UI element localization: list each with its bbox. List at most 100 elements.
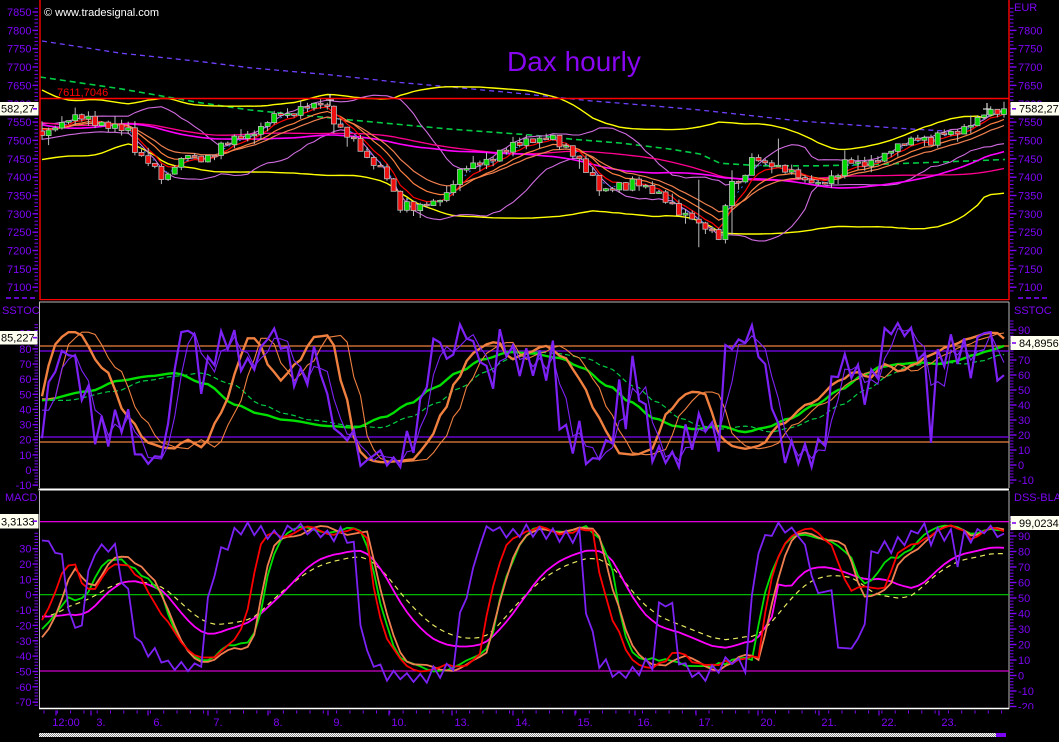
svg-text:10.: 10.	[391, 717, 406, 729]
svg-text:-10: -10	[1018, 686, 1034, 698]
svg-text:13.: 13.	[454, 717, 469, 729]
svg-text:7550: 7550	[1018, 117, 1042, 129]
svg-text:7750: 7750	[1018, 44, 1042, 56]
svg-text:30: 30	[19, 420, 31, 432]
svg-text:-50: -50	[16, 667, 32, 679]
svg-text:-20: -20	[16, 620, 32, 632]
svg-text:7400: 7400	[1018, 172, 1042, 184]
svg-text:14.: 14.	[515, 717, 530, 729]
svg-text:0: 0	[1018, 460, 1024, 472]
svg-text:7650: 7650	[1018, 80, 1042, 92]
svg-text:7500: 7500	[1018, 135, 1042, 147]
svg-text:7550: 7550	[7, 117, 31, 129]
svg-text:30: 30	[1018, 624, 1030, 636]
svg-text:0: 0	[1018, 671, 1024, 683]
svg-text:-10: -10	[1018, 475, 1034, 487]
svg-text:60: 60	[1018, 578, 1030, 590]
svg-text:3,3133: 3,3133	[1, 517, 35, 529]
svg-text:DSS-BLA: DSS-BLA	[1014, 492, 1059, 504]
svg-text:3.: 3.	[96, 717, 105, 729]
svg-text:20.: 20.	[760, 717, 775, 729]
svg-text:40: 40	[1018, 400, 1030, 412]
svg-text:7450: 7450	[1018, 154, 1042, 166]
svg-text:EUR: EUR	[1014, 2, 1037, 14]
svg-text:70: 70	[1018, 355, 1030, 367]
svg-text:9.: 9.	[333, 717, 342, 729]
svg-text:15.: 15.	[577, 717, 592, 729]
svg-text:7700: 7700	[1018, 62, 1042, 74]
svg-text:20: 20	[19, 559, 31, 571]
svg-text:7200: 7200	[1018, 246, 1042, 258]
svg-text:10: 10	[19, 574, 31, 586]
svg-text:582,27: 582,27	[1, 104, 35, 116]
svg-text:7150: 7150	[7, 264, 31, 276]
svg-text:7350: 7350	[7, 191, 31, 203]
svg-text:60: 60	[19, 374, 31, 386]
svg-text:7400: 7400	[7, 172, 31, 184]
svg-text:50: 50	[1018, 385, 1030, 397]
svg-text:7350: 7350	[1018, 191, 1042, 203]
svg-text:7.: 7.	[213, 717, 222, 729]
svg-text:99,0234: 99,0234	[1019, 518, 1059, 530]
svg-text:90: 90	[1018, 325, 1030, 337]
svg-text:MACD: MACD	[5, 492, 37, 504]
svg-text:-70: -70	[16, 697, 32, 709]
svg-text:0: 0	[25, 590, 31, 602]
svg-text:7300: 7300	[7, 209, 31, 221]
svg-text:10: 10	[19, 450, 31, 462]
svg-text:7150: 7150	[1018, 264, 1042, 276]
svg-text:40: 40	[19, 404, 31, 416]
svg-text:16.: 16.	[637, 717, 652, 729]
svg-text:7450: 7450	[7, 154, 31, 166]
svg-text:10: 10	[1018, 655, 1030, 667]
svg-text:23.: 23.	[941, 717, 956, 729]
svg-text:7850: 7850	[7, 7, 31, 19]
svg-text:20: 20	[1018, 640, 1030, 652]
svg-text:80: 80	[1018, 547, 1030, 559]
svg-text:7100: 7100	[1018, 282, 1042, 294]
svg-text:© www.tradesignal.com: © www.tradesignal.com	[44, 7, 159, 19]
svg-text:90: 90	[1018, 531, 1030, 543]
svg-text:30: 30	[19, 544, 31, 556]
svg-text:SSTOC: SSTOC	[1014, 305, 1052, 317]
svg-text:7700: 7700	[7, 62, 31, 74]
svg-text:-40: -40	[16, 651, 32, 663]
svg-text:21.: 21.	[821, 717, 836, 729]
svg-text:30: 30	[1018, 415, 1030, 427]
svg-text:0: 0	[25, 465, 31, 477]
svg-text:22.: 22.	[881, 717, 896, 729]
svg-text:12:00: 12:00	[52, 717, 80, 729]
svg-text:7500: 7500	[7, 135, 31, 147]
svg-text:10: 10	[1018, 445, 1030, 457]
svg-text:7300: 7300	[1018, 209, 1042, 221]
svg-text:-30: -30	[16, 636, 32, 648]
svg-text:7250: 7250	[7, 227, 31, 239]
svg-text:80: 80	[19, 344, 31, 356]
svg-text:7200: 7200	[7, 246, 31, 258]
svg-text:7650: 7650	[7, 80, 31, 92]
svg-text:20: 20	[1018, 430, 1030, 442]
svg-text:7750: 7750	[7, 44, 31, 56]
svg-text:7800: 7800	[7, 25, 31, 37]
svg-text:17.: 17.	[698, 717, 713, 729]
svg-text:-10: -10	[16, 605, 32, 617]
svg-text:7100: 7100	[7, 282, 31, 294]
svg-text:85,227: 85,227	[1, 333, 35, 345]
svg-text:-60: -60	[16, 682, 32, 694]
svg-text:SSTOC: SSTOC	[2, 305, 40, 317]
svg-text:70: 70	[19, 359, 31, 371]
svg-text:60: 60	[1018, 370, 1030, 382]
svg-text:20: 20	[19, 435, 31, 447]
svg-text:70: 70	[1018, 562, 1030, 574]
svg-text:7800: 7800	[1018, 25, 1042, 37]
svg-text:50: 50	[1018, 593, 1030, 605]
svg-text:Dax hourly: Dax hourly	[507, 46, 641, 77]
svg-text:6.: 6.	[153, 717, 162, 729]
svg-text:7582,27: 7582,27	[1019, 104, 1059, 116]
svg-text:84,8956: 84,8956	[1019, 338, 1059, 350]
svg-text:50: 50	[19, 389, 31, 401]
svg-text:7250: 7250	[1018, 227, 1042, 239]
svg-text:7611,7046: 7611,7046	[57, 87, 108, 99]
svg-text:8.: 8.	[273, 717, 282, 729]
svg-text:-10: -10	[16, 480, 32, 492]
